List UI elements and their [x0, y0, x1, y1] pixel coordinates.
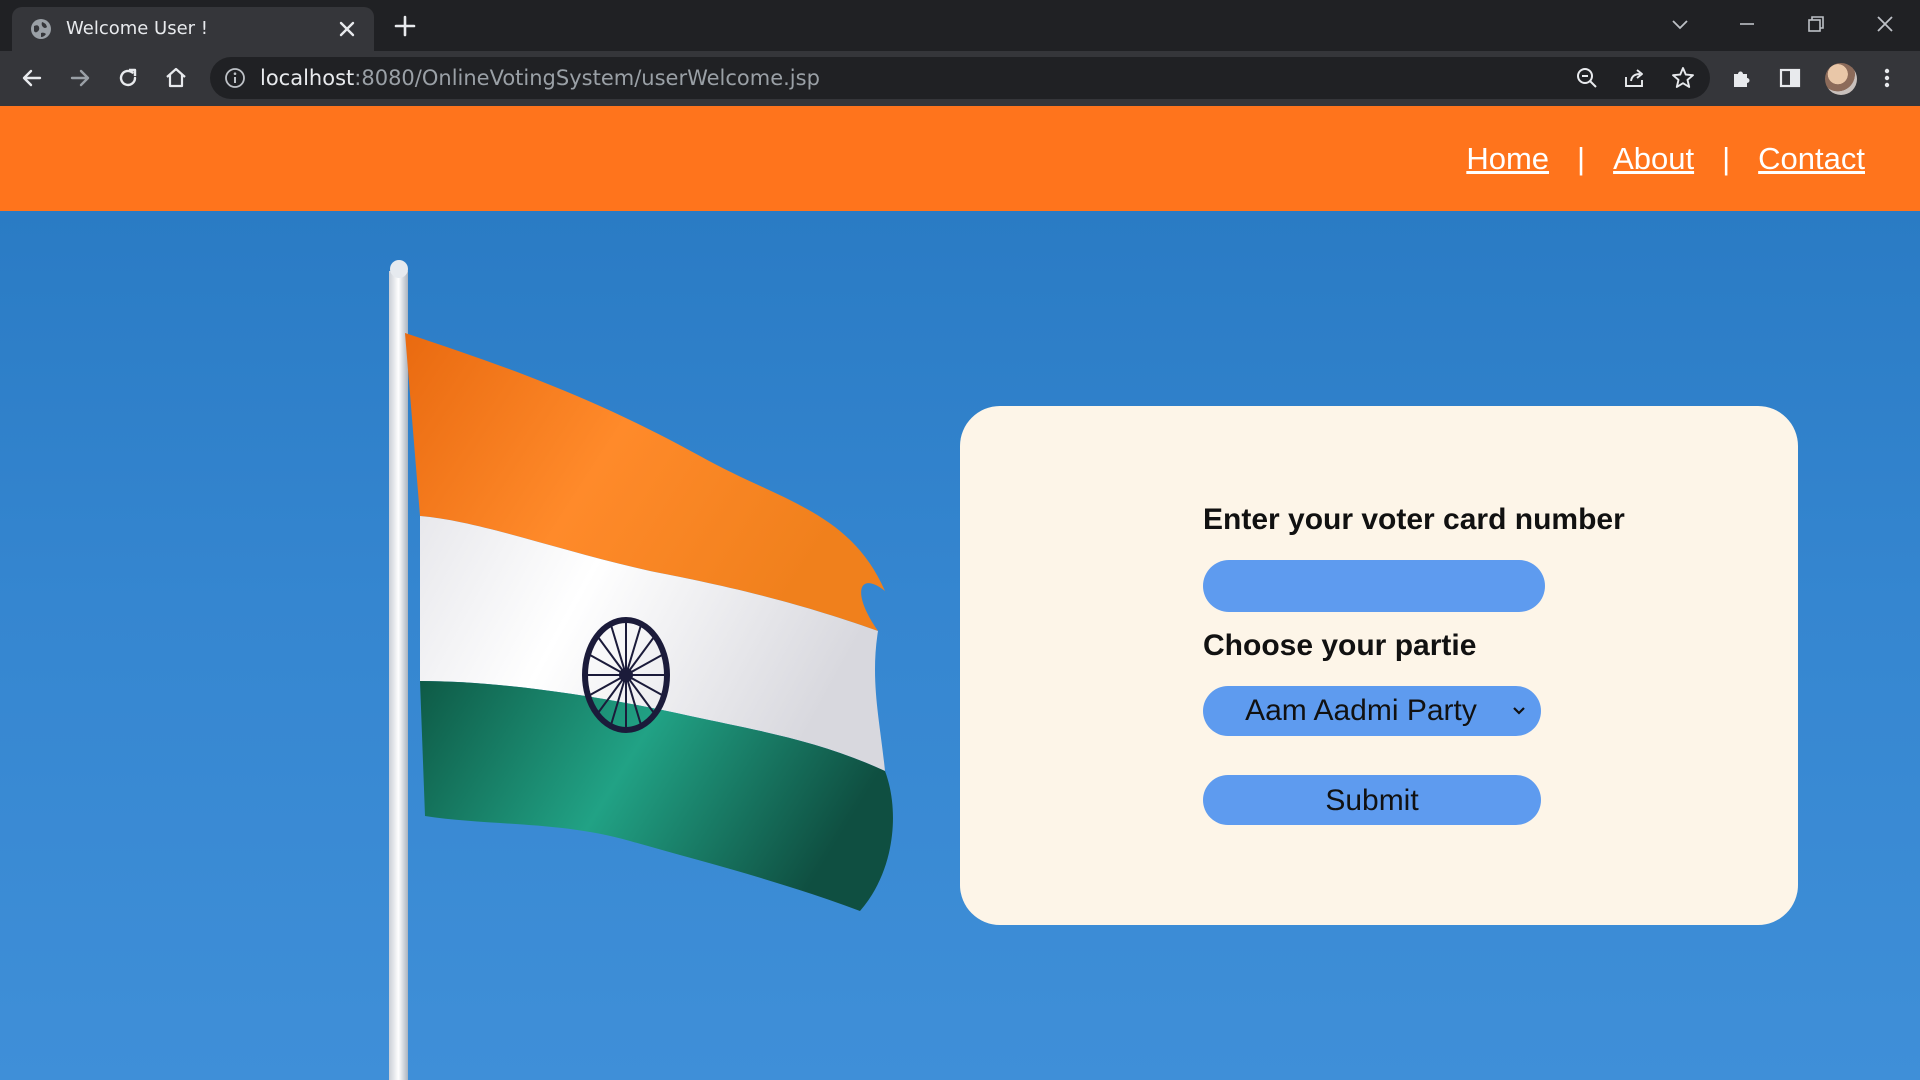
party-label: Choose your partie [1203, 629, 1477, 662]
url-text[interactable]: localhost:8080/OnlineVotingSystem/userWe… [260, 57, 820, 99]
web-page: Home | About | Contact Enter your voter … [0, 106, 1920, 1080]
star-icon[interactable] [1670, 65, 1696, 91]
address-bar[interactable]: localhost:8080/OnlineVotingSystem/userWe… [210, 57, 1710, 99]
url-host: localhost [260, 66, 355, 90]
share-icon[interactable] [1622, 65, 1648, 91]
party-select[interactable]: Aam Aadmi Party [1203, 686, 1541, 736]
nav-about-link[interactable]: About [1613, 141, 1694, 177]
nav-home-link[interactable]: Home [1466, 141, 1549, 177]
reload-icon[interactable] [115, 65, 141, 91]
indian-flag-image [389, 260, 893, 1080]
zoom-icon[interactable] [1574, 65, 1600, 91]
plus-icon[interactable] [393, 14, 417, 38]
menu-dots-icon[interactable] [1874, 65, 1900, 91]
nav-links: Home | About | Contact [1466, 106, 1865, 211]
nav-separator: | [1577, 140, 1586, 176]
browser-tab[interactable]: Welcome User ! [12, 7, 374, 51]
top-navbar: Home | About | Contact [0, 106, 1920, 211]
home-icon[interactable] [163, 65, 189, 91]
minimize-icon[interactable] [1735, 12, 1759, 36]
window-close-icon[interactable] [1873, 12, 1897, 36]
info-icon[interactable] [224, 67, 246, 89]
voter-card-label: Enter your voter card number [1203, 503, 1625, 536]
side-panel-icon[interactable] [1777, 65, 1803, 91]
vote-form-card: Enter your voter card number Choose your… [960, 406, 1798, 925]
hero-background: Enter your voter card number Choose your… [0, 211, 1920, 1080]
restore-icon[interactable] [1804, 12, 1828, 36]
nav-contact-link[interactable]: Contact [1758, 141, 1865, 177]
close-icon[interactable] [337, 19, 357, 39]
voter-card-input[interactable] [1203, 560, 1545, 612]
browser-toolbar: localhost:8080/OnlineVotingSystem/userWe… [0, 51, 1920, 106]
forward-arrow-icon[interactable] [67, 65, 93, 91]
chevron-down-icon [1513, 707, 1525, 715]
browser-tabstrip: Welcome User ! [0, 0, 1920, 51]
profile-avatar[interactable] [1825, 63, 1857, 95]
url-path: :8080/OnlineVotingSystem/userWelcome.jsp [354, 66, 820, 90]
submit-button[interactable]: Submit [1203, 775, 1541, 825]
party-selected-value: Aam Aadmi Party [1245, 694, 1477, 727]
globe-icon [31, 19, 51, 39]
puzzle-icon[interactable] [1729, 65, 1755, 91]
tab-search-chevron-icon[interactable] [1668, 12, 1692, 36]
nav-separator: | [1722, 140, 1731, 176]
tab-title: Welcome User ! [66, 18, 209, 39]
back-arrow-icon[interactable] [19, 65, 45, 91]
